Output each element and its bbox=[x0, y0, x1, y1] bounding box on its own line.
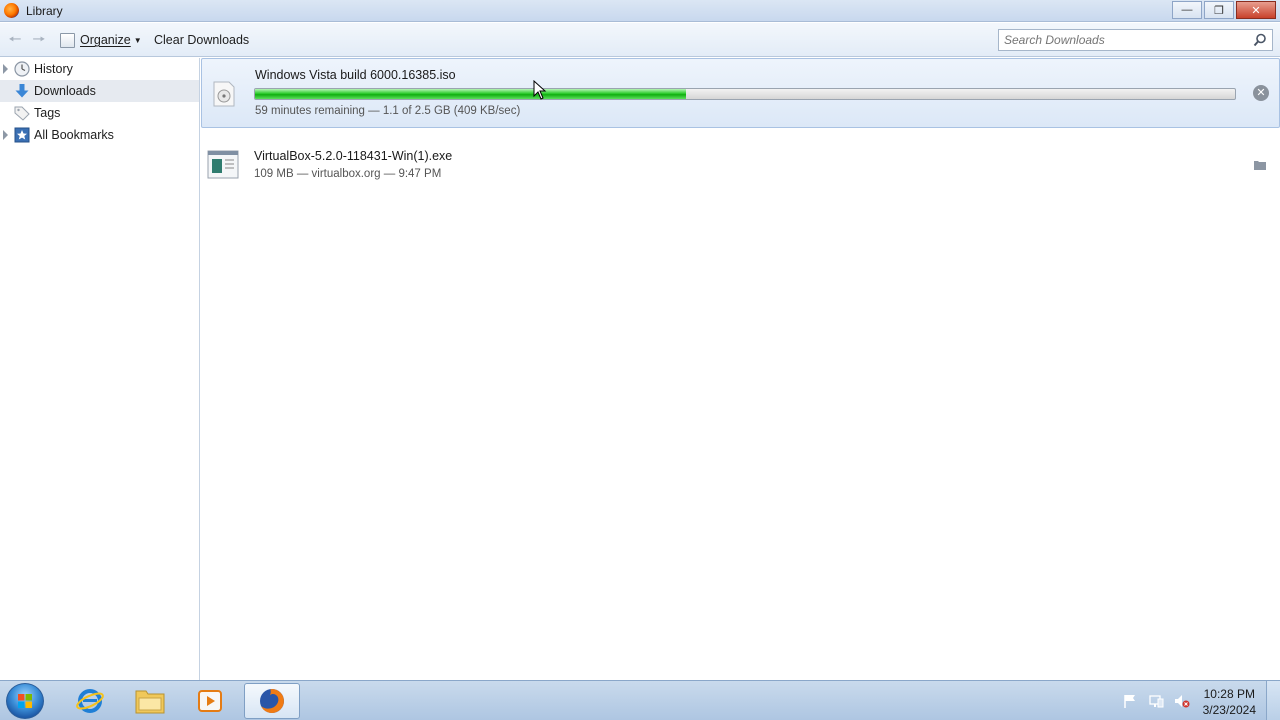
bookmark-star-icon bbox=[14, 127, 30, 143]
clear-downloads-button[interactable]: Clear Downloads bbox=[154, 33, 249, 47]
windows-logo-icon bbox=[18, 694, 32, 708]
download-arrow-icon bbox=[15, 84, 29, 98]
close-icon: ✕ bbox=[1251, 4, 1261, 17]
taskbar: 10:28 PM 3/23/2024 bbox=[0, 680, 1280, 720]
taskbar-clock[interactable]: 10:28 PM 3/23/2024 bbox=[1203, 686, 1256, 718]
mouse-cursor-icon bbox=[533, 80, 547, 100]
disc-image-icon bbox=[213, 81, 235, 107]
sidebar-item-label: History bbox=[34, 62, 73, 76]
firefox-icon bbox=[260, 689, 284, 713]
title-bar: Library — ❐ ✕ bbox=[0, 0, 1280, 22]
clock-icon bbox=[14, 61, 30, 77]
window-controls: — ❐ ✕ bbox=[1172, 1, 1276, 19]
sidebar: History Downloads Tags All Bookmarks bbox=[0, 58, 200, 680]
start-button[interactable] bbox=[6, 683, 44, 719]
download-name: Windows Vista build 6000.16385.iso bbox=[255, 68, 456, 82]
back-arrow-icon: 🠔 bbox=[8, 31, 22, 48]
download-item[interactable]: Windows Vista build 6000.16385.iso 59 mi… bbox=[201, 58, 1280, 128]
download-progress-bar bbox=[254, 88, 1236, 100]
sidebar-item-tags[interactable]: Tags bbox=[0, 102, 199, 124]
progress-fill bbox=[255, 89, 687, 99]
organize-label: Organize bbox=[80, 33, 131, 47]
action-center-flag-icon[interactable] bbox=[1122, 693, 1138, 709]
download-status: 109 MB — virtualbox.org — 9:47 PM bbox=[254, 168, 442, 180]
toolbar: 🠔 🠖 Organize ▼ Clear Downloads bbox=[0, 23, 1280, 57]
file-explorer-icon bbox=[135, 690, 165, 714]
folder-icon[interactable] bbox=[1254, 160, 1266, 170]
sidebar-item-history[interactable]: History bbox=[0, 58, 199, 80]
taskbar-app-internet-explorer[interactable] bbox=[62, 683, 118, 719]
show-desktop-button[interactable] bbox=[1266, 681, 1280, 720]
restore-button[interactable]: ❐ bbox=[1204, 1, 1234, 19]
volume-muted-icon[interactable] bbox=[1174, 693, 1190, 709]
executable-icon bbox=[207, 150, 239, 179]
download-item[interactable]: VirtualBox-5.2.0-118431-Win(1).exe 109 M… bbox=[201, 140, 1280, 190]
restore-icon: ❐ bbox=[1214, 4, 1224, 17]
network-icon[interactable] bbox=[1148, 693, 1164, 709]
system-tray bbox=[1122, 693, 1190, 709]
organize-button[interactable]: Organize ▼ bbox=[60, 31, 142, 49]
cancel-button[interactable]: ✕ bbox=[1253, 85, 1269, 101]
clock-time: 10:28 PM bbox=[1203, 687, 1255, 701]
sidebar-item-downloads[interactable]: Downloads bbox=[0, 80, 199, 102]
expand-twisty-icon[interactable] bbox=[3, 130, 8, 140]
search-icon[interactable] bbox=[1253, 33, 1267, 47]
organize-icon bbox=[60, 32, 75, 48]
sidebar-item-label: All Bookmarks bbox=[34, 128, 114, 142]
downloads-list: Windows Vista build 6000.16385.iso 59 mi… bbox=[201, 58, 1280, 680]
internet-explorer-icon bbox=[76, 689, 104, 713]
expand-twisty-icon[interactable] bbox=[3, 64, 8, 74]
forward-arrow-icon: 🠖 bbox=[32, 31, 46, 48]
taskbar-app-media-player[interactable] bbox=[182, 683, 238, 719]
taskbar-app-file-explorer[interactable] bbox=[122, 683, 178, 719]
back-button[interactable]: 🠔 bbox=[6, 31, 24, 49]
search-box[interactable] bbox=[998, 29, 1273, 51]
taskbar-app-firefox[interactable] bbox=[244, 683, 300, 719]
minimize-button[interactable]: — bbox=[1172, 1, 1202, 19]
dropdown-caret-icon: ▼ bbox=[133, 35, 142, 45]
window-title: Library bbox=[26, 4, 63, 18]
sidebar-item-label: Downloads bbox=[34, 84, 96, 98]
download-name: VirtualBox-5.2.0-118431-Win(1).exe bbox=[254, 149, 453, 163]
firefox-icon bbox=[4, 3, 19, 18]
search-input[interactable] bbox=[1004, 33, 1244, 47]
forward-button[interactable]: 🠖 bbox=[30, 31, 48, 49]
sidebar-item-label: Tags bbox=[34, 106, 61, 120]
clock-date: 3/23/2024 bbox=[1202, 703, 1256, 717]
minimize-icon: — bbox=[1181, 4, 1193, 16]
cancel-icon: ✕ bbox=[1256, 87, 1266, 99]
download-status: 59 minutes remaining — 1.1 of 2.5 GB (40… bbox=[255, 105, 521, 117]
sidebar-item-all-bookmarks[interactable]: All Bookmarks bbox=[0, 124, 199, 146]
media-player-icon bbox=[198, 690, 222, 712]
tag-icon bbox=[14, 106, 30, 121]
close-button[interactable]: ✕ bbox=[1236, 1, 1276, 19]
